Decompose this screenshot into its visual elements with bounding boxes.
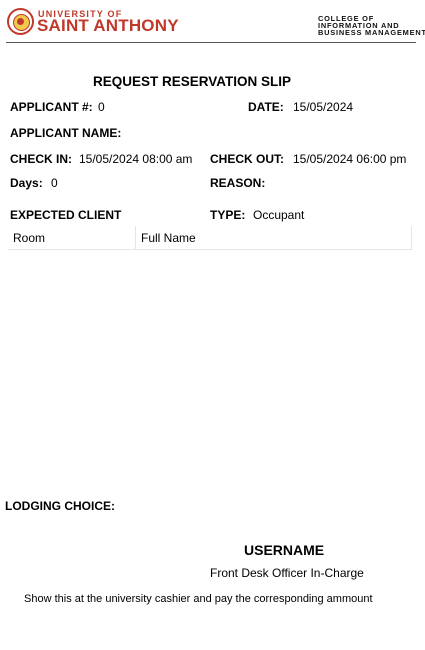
lodging-choice-label: LODGING CHOICE:: [5, 499, 115, 513]
check-out-value: 15/05/2024 06:00 pm: [293, 152, 407, 166]
expected-client-label: EXPECTED CLIENT: [10, 208, 122, 222]
expected-client-table: Room Full Name: [8, 226, 412, 250]
days-label: Days:: [10, 176, 43, 190]
type-value: Occupant: [253, 208, 305, 222]
applicant-number-label: APPLICANT #:: [10, 100, 93, 114]
applicant-number-value: 0: [98, 100, 105, 114]
column-header-full-name: Full Name: [141, 231, 196, 245]
date-label: DATE:: [248, 100, 284, 114]
type-label: TYPE:: [210, 208, 246, 222]
column-header-room: Room: [8, 226, 136, 250]
days-value: 0: [51, 176, 58, 190]
slip-title: REQUEST RESERVATION SLIP: [93, 74, 292, 89]
check-out-label: CHECK OUT:: [210, 152, 284, 166]
officer-role: Front Desk Officer In-Charge: [210, 566, 364, 580]
university-name-line2: SAINT ANTHONY: [37, 16, 179, 35]
check-in-label: CHECK IN:: [10, 152, 72, 166]
header-divider: [6, 42, 416, 43]
officer-username: USERNAME: [244, 542, 325, 558]
cashier-note: Show this at the university cashier and …: [24, 593, 373, 605]
applicant-name-label: APPLICANT NAME:: [10, 126, 122, 140]
date-value: 15/05/2024: [293, 100, 354, 114]
reason-label: REASON:: [210, 176, 266, 190]
college-name-line3: BUSINESS MANAGEMENT: [318, 28, 425, 37]
university-seal-logo: [7, 8, 34, 35]
check-in-value: 15/05/2024 08:00 am: [79, 152, 193, 166]
